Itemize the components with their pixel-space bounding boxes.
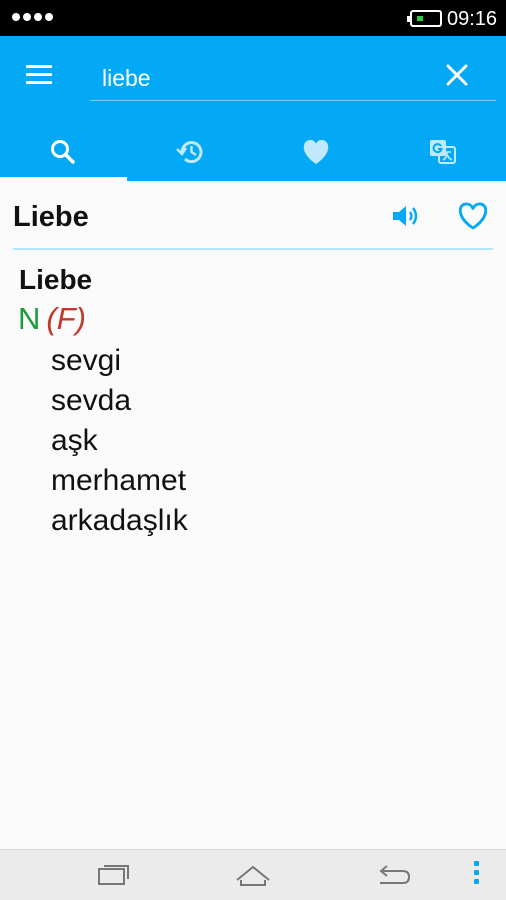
more-options-icon[interactable] [474, 861, 482, 891]
recent-apps-icon[interactable] [94, 860, 134, 890]
tab-search[interactable] [0, 122, 127, 181]
gender-label: (F) [46, 301, 86, 336]
translation-item: arkadaşlık [51, 504, 188, 537]
entry-headword: Liebe [19, 264, 93, 295]
back-icon[interactable] [373, 860, 413, 890]
home-icon[interactable] [233, 860, 273, 890]
menu-icon[interactable] [22, 63, 58, 89]
pos-label: N [18, 301, 41, 336]
heart-icon [304, 139, 329, 164]
tab-translate[interactable] [380, 122, 506, 181]
translation-item: sevda [51, 384, 132, 417]
tab-bar [0, 122, 506, 181]
history-icon [175, 140, 203, 163]
battery-charging-icon [407, 10, 442, 27]
word-title: Liebe [13, 201, 89, 233]
close-icon[interactable] [440, 58, 474, 92]
search-icon [51, 139, 75, 164]
status-time: 09:16 [447, 8, 498, 30]
translation-item: aşk [51, 424, 98, 457]
translation-item: sevgi [51, 344, 122, 377]
navigation-bar [0, 849, 506, 900]
speaker-icon[interactable] [390, 201, 422, 231]
title-divider [13, 248, 493, 250]
search-underline [90, 100, 496, 101]
app-bar [0, 36, 506, 181]
part-of-speech: N (F) [18, 301, 86, 337]
tab-history[interactable] [127, 122, 254, 181]
favorite-heart-icon[interactable] [457, 201, 489, 231]
dictionary-result: Liebe Liebe N (F) sevgi sevda aşk merhame… [0, 181, 506, 849]
translate-icon [429, 139, 456, 164]
tab-favorites[interactable] [253, 122, 380, 181]
translation-list: sevgi sevda aşk merhamet arkadaşlık [51, 341, 188, 541]
search-input[interactable] [102, 62, 422, 94]
signal-strength-icon [12, 13, 53, 21]
status-bar: 09:16 [0, 0, 506, 36]
translation-item: merhamet [51, 464, 187, 497]
